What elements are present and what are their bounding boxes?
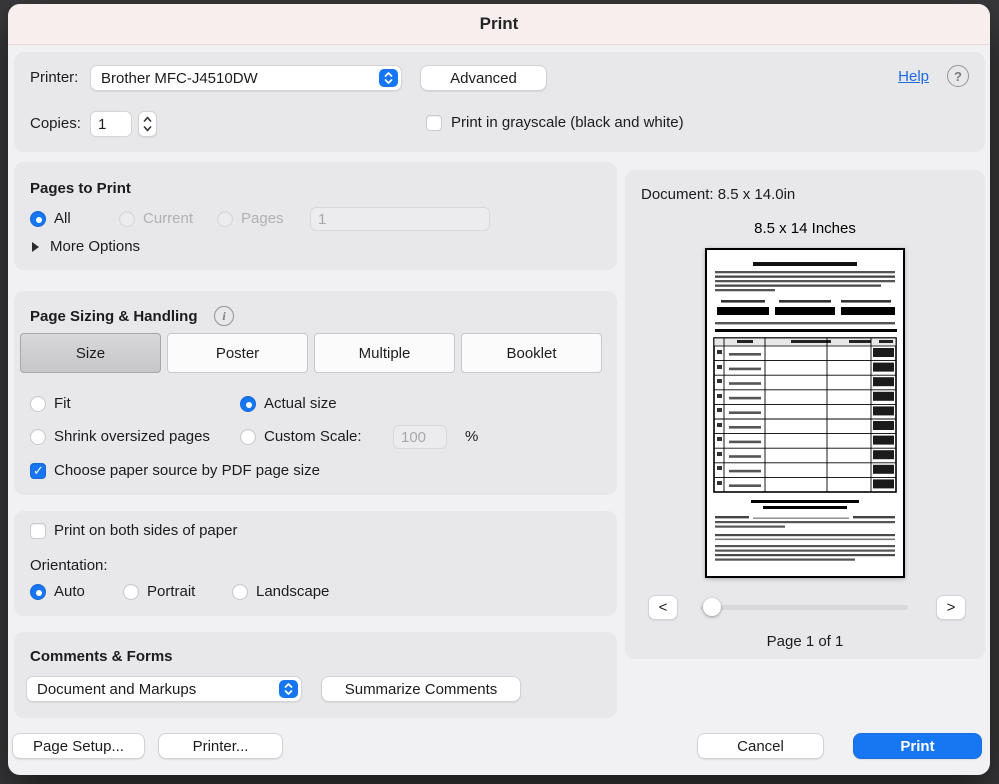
info-glyph: i (222, 309, 225, 324)
radio-landscape-label: Landscape (256, 583, 329, 601)
page-sizing-title: Page Sizing & Handling (30, 308, 198, 326)
copies-input[interactable]: 1 (90, 111, 132, 137)
tab-multiple-label: Multiple (359, 345, 411, 362)
radio-actual-size[interactable] (240, 396, 256, 412)
summarize-comments-button[interactable]: Summarize Comments (321, 676, 521, 702)
copies-label: Copies: (30, 115, 81, 133)
more-options-label[interactable]: More Options (50, 238, 140, 256)
custom-scale-value: 100 (401, 429, 426, 446)
pages-range-input[interactable]: 1 (310, 207, 490, 231)
pages-to-print-title: Pages to Print (30, 180, 131, 198)
comments-select-value: Document and Markups (37, 681, 196, 698)
summarize-comments-label: Summarize Comments (345, 681, 498, 698)
zoom-slider-track[interactable] (700, 605, 908, 610)
prev-page-button[interactable]: < (648, 595, 678, 620)
comments-select[interactable]: Document and Markups (26, 676, 302, 702)
page-sizing-panel: Page Sizing & Handling i Size Poster Mul… (14, 291, 617, 495)
printer-select-value: Brother MFC-J4510DW (101, 70, 258, 87)
radio-auto-label: Auto (54, 583, 85, 601)
preview-form-content (707, 250, 903, 576)
zoom-slider-knob[interactable] (703, 598, 721, 616)
print-button-label: Print (900, 738, 934, 755)
percent-label: % (465, 428, 478, 446)
tab-multiple[interactable]: Multiple (314, 333, 455, 373)
cancel-button[interactable]: Cancel (697, 733, 824, 759)
cancel-button-label: Cancel (737, 738, 784, 755)
custom-scale-input[interactable]: 100 (393, 425, 447, 449)
printer-label: Printer: (30, 69, 78, 87)
print-dialog: Print Printer: Brother MFC-J4510DW Advan… (8, 4, 990, 775)
paper-source-label: Choose paper source by PDF page size (54, 462, 320, 480)
copies-stepper[interactable] (138, 111, 157, 137)
pages-to-print-panel: Pages to Print All Current Pages 1 More … (14, 162, 617, 270)
stepper-chevrons-icon (142, 114, 153, 134)
radio-actual-size-label: Actual size (264, 395, 337, 413)
grayscale-label: Print in grayscale (black and white) (451, 114, 684, 132)
document-preview-page (705, 248, 905, 578)
radio-fit-label: Fit (54, 395, 71, 413)
dialog-titlebar: Print (8, 4, 990, 45)
dropdown-stepper-icon (279, 680, 298, 698)
page-indicator: Page 1 of 1 (625, 633, 985, 651)
prev-page-glyph: < (659, 599, 668, 616)
page-setup-button[interactable]: Page Setup... (12, 733, 145, 759)
both-sides-checkbox[interactable] (30, 523, 46, 539)
comments-panel: Comments & Forms Document and Markups Su… (14, 632, 617, 718)
radio-all[interactable] (30, 211, 46, 227)
dropdown-stepper-icon (379, 69, 398, 87)
orientation-label: Orientation: (30, 557, 108, 575)
duplex-panel: Print on both sides of paper Orientation… (14, 511, 617, 616)
printer-button[interactable]: Printer... (158, 733, 283, 759)
grayscale-checkbox[interactable] (426, 115, 442, 131)
radio-fit[interactable] (30, 396, 46, 412)
document-size-label: Document: 8.5 x 14.0in (641, 186, 795, 204)
tab-size[interactable]: Size (20, 333, 161, 373)
radio-portrait-label: Portrait (147, 583, 195, 601)
disclosure-triangle-icon[interactable] (32, 242, 39, 252)
tab-booklet-label: Booklet (506, 345, 556, 362)
radio-pages-label: Pages (241, 210, 284, 228)
print-button[interactable]: Print (853, 733, 982, 759)
radio-custom-scale[interactable] (240, 429, 256, 445)
page-setup-label: Page Setup... (33, 738, 124, 755)
advanced-button-label: Advanced (450, 70, 517, 87)
next-page-glyph: > (947, 599, 956, 616)
preview-panel: Document: 8.5 x 14.0in 8.5 x 14 Inches (625, 170, 985, 659)
printer-panel: Printer: Brother MFC-J4510DW Advanced He… (14, 52, 985, 152)
info-icon[interactable]: i (214, 306, 234, 326)
comments-title: Comments & Forms (30, 648, 173, 666)
radio-custom-scale-label: Custom Scale: (264, 428, 362, 446)
radio-pages[interactable] (217, 211, 233, 227)
tab-size-label: Size (76, 345, 105, 362)
radio-shrink-label: Shrink oversized pages (54, 428, 210, 446)
help-link[interactable]: Help (898, 68, 929, 85)
radio-shrink[interactable] (30, 429, 46, 445)
radio-all-label: All (54, 210, 71, 228)
radio-auto[interactable] (30, 584, 46, 600)
next-page-button[interactable]: > (936, 595, 966, 620)
paper-size-label: 8.5 x 14 Inches (705, 220, 905, 238)
both-sides-label: Print on both sides of paper (54, 522, 237, 540)
dialog-title: Print (480, 14, 519, 34)
radio-portrait[interactable] (123, 584, 139, 600)
radio-current[interactable] (119, 211, 135, 227)
paper-source-checkbox[interactable] (30, 463, 46, 479)
tab-poster-label: Poster (216, 345, 259, 362)
printer-button-label: Printer... (193, 738, 249, 755)
tab-booklet[interactable]: Booklet (461, 333, 602, 373)
help-circle-icon[interactable]: ? (947, 65, 969, 87)
radio-current-label: Current (143, 210, 193, 228)
pages-range-value: 1 (318, 211, 326, 228)
radio-landscape[interactable] (232, 584, 248, 600)
copies-value: 1 (98, 116, 106, 133)
printer-select[interactable]: Brother MFC-J4510DW (90, 65, 402, 91)
tab-poster[interactable]: Poster (167, 333, 308, 373)
help-glyph: ? (954, 69, 962, 84)
advanced-button[interactable]: Advanced (420, 65, 547, 91)
